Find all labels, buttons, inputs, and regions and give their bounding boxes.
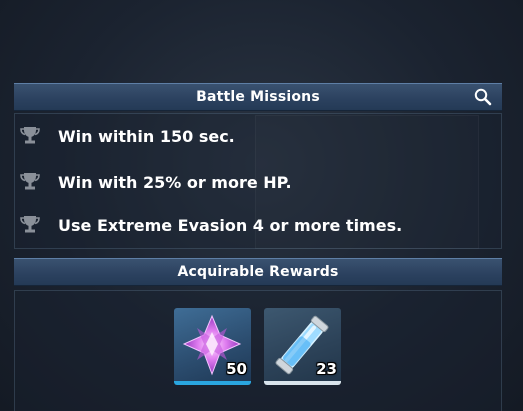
search-icon[interactable]	[472, 86, 494, 108]
mission-text: Win with 25% or more HP.	[58, 172, 292, 192]
battle-missions-title: Battle Missions	[196, 89, 320, 105]
mission-text: Win within 150 sec.	[58, 126, 235, 146]
mission-item: Use Extreme Evasion 4 or more times.	[18, 213, 402, 237]
trophy-icon	[18, 213, 42, 237]
mission-item: Win within 150 sec.	[18, 124, 235, 148]
reward-quantity: 50	[226, 360, 247, 378]
mission-item: Win with 25% or more HP.	[18, 170, 292, 194]
mission-text: Use Extreme Evasion 4 or more times.	[58, 215, 403, 235]
reward-item-energy-tube[interactable]: 23	[264, 308, 341, 385]
trophy-icon	[18, 124, 42, 148]
trophy-icon	[18, 170, 42, 194]
reward-quantity: 23	[316, 360, 337, 378]
battle-missions-header: Battle Missions	[14, 83, 502, 111]
acquirable-rewards-title: Acquirable Rewards	[177, 264, 339, 280]
reward-item-crystal[interactable]: 50	[174, 308, 251, 385]
rewards-panel	[14, 290, 502, 411]
acquirable-rewards-header: Acquirable Rewards	[14, 258, 502, 286]
